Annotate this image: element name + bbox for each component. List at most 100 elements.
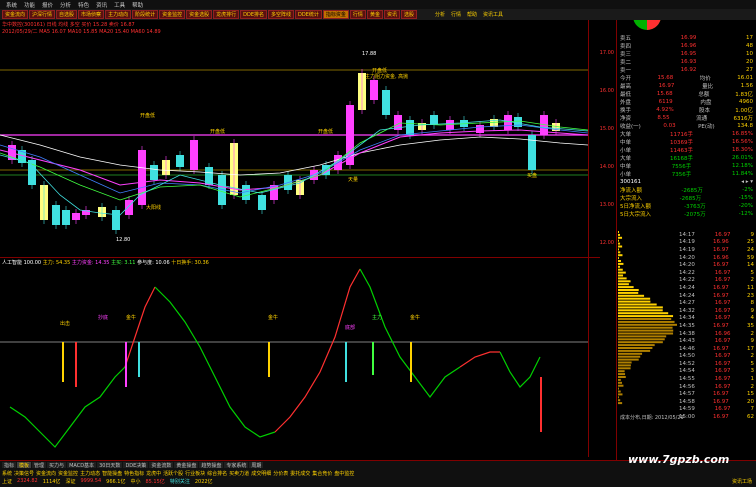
function-tab[interactable]: 综合排名 [207, 470, 227, 477]
toolbar-right-item[interactable]: 资讯工具 [483, 11, 503, 18]
tick-volume: 3 [750, 368, 754, 375]
function-tab[interactable]: 行业板块 [185, 470, 205, 477]
indicator-tab[interactable]: 黄金操盘 [174, 462, 199, 469]
toolbar-button[interactable]: 资金流向 [2, 10, 29, 19]
stats-value: 15.68 [656, 91, 673, 97]
indicator-tab[interactable]: DDE决策 [123, 462, 149, 469]
tick-time: 14:35 [679, 322, 695, 329]
function-tab[interactable]: 龙虎中 [146, 470, 161, 477]
indicator-tab[interactable]: MACD基本 [67, 462, 97, 469]
toolbar-button[interactable]: 指标资金 [322, 10, 349, 19]
tick-volume: 2 [750, 353, 754, 360]
menu-item[interactable]: 分析 [60, 1, 71, 9]
tick-price: 16.97 [714, 300, 731, 307]
tick-volume: 11 [746, 284, 754, 291]
toolbar-button[interactable]: 市场侦察 [78, 10, 105, 19]
corner-label[interactable]: 资讯工场 [732, 478, 752, 485]
function-tab[interactable]: 主力动态 [80, 470, 100, 477]
tick-row: 14:24 16.97 11 [677, 284, 756, 292]
indicator-tab[interactable]: 买力与 [47, 462, 67, 469]
toolbar-button[interactable]: 资讯 [383, 10, 400, 19]
toolbar-button[interactable]: 阶段统计 [132, 10, 159, 19]
tick-volume: 62 [746, 414, 754, 421]
menu-item[interactable]: 报价 [42, 1, 53, 9]
toolbar-right-item[interactable]: 分析 [435, 11, 445, 18]
price-axis-label: 14.00 [599, 164, 614, 170]
toolbar-button[interactable]: 行情 [349, 10, 366, 19]
function-tab[interactable]: 特色指标 [124, 470, 144, 477]
candlestick-chart[interactable]: 17.88 开盘低 主力阻力资金, 高抛 开盘低 开盘低 开盘低 12.80 大… [0, 35, 588, 257]
signal-label-bull-2: 金牛 [268, 314, 278, 321]
sell-price: 16.93 [680, 59, 697, 65]
menu-item[interactable]: 特色 [78, 1, 89, 9]
stats-row: 换手 4.92% 股本 1.00亿 [617, 106, 756, 114]
tick-row: 14:56 16.97 2 [677, 383, 756, 391]
tick-row: 14:46 16.97 17 [677, 345, 756, 353]
indicator-tab[interactable]: 模板 [17, 462, 32, 469]
indicator-tab[interactable]: 周期 [249, 462, 264, 469]
function-tab[interactable]: 活跃个股 [163, 470, 183, 477]
netflow-percent: -2% [742, 187, 753, 193]
indicator-tab[interactable]: 专家系统 [224, 462, 249, 469]
tick-time: 14:24 [679, 284, 695, 291]
toolbar-button[interactable]: 主力动向 [105, 10, 132, 19]
indicator-tab[interactable]: 30日天数 [97, 462, 123, 469]
toolbar-button[interactable]: 黄金 [366, 10, 383, 19]
sell-price: 16.92 [680, 67, 697, 73]
toolbar-button[interactable]: 资金监控 [159, 10, 186, 19]
toolbar-button[interactable]: 选股 [400, 10, 417, 19]
tick-volume: 20 [746, 398, 754, 405]
function-tab[interactable]: 资金监控 [58, 470, 78, 477]
function-tab[interactable]: 决策信号 [14, 470, 34, 477]
sell-volume: 20 [745, 59, 753, 65]
toolbar-button[interactable]: DDE统计 [295, 10, 322, 19]
function-tab[interactable]: 集合竞价 [312, 470, 332, 477]
status-item: 1114亿 [42, 479, 61, 485]
function-tab[interactable]: 分价表 [273, 470, 288, 477]
toolbar-button[interactable]: 龙虎排行 [213, 10, 240, 19]
sell-price: 16.95 [680, 51, 697, 57]
toolbar-button[interactable]: 沪深行情 [29, 10, 56, 19]
flow-percent: 18.30% [732, 147, 753, 153]
watermark: www.7gpzb.com [628, 453, 730, 466]
toolbar-button[interactable]: 自选股 [56, 10, 78, 19]
signal-label-bull-1: 金牛 [126, 314, 136, 321]
toolbar-right-item[interactable]: 行情 [451, 11, 461, 18]
function-tab[interactable]: 系统 [2, 470, 12, 477]
menu-item[interactable]: 帮助 [132, 1, 143, 9]
sell-label: 卖三 [620, 52, 632, 58]
indicator-tab[interactable]: 指标 [2, 462, 17, 469]
tick-time: 14:20 [679, 254, 695, 261]
function-tab[interactable]: 智能操盘 [102, 470, 122, 477]
tick-time: 14:17 [679, 231, 695, 238]
indicator-tab[interactable]: 资金流数 [149, 462, 174, 469]
profile-bar [618, 315, 674, 318]
function-tab[interactable]: 买卖力道 [229, 470, 249, 477]
netflow-percent: -20% [738, 203, 753, 209]
menu-item[interactable]: 功能 [24, 1, 35, 9]
function-tab[interactable]: 委托成交 [290, 470, 310, 477]
toolbar-right-item[interactable]: 帮助 [467, 11, 477, 18]
indicator-tab[interactable]: 趋势操盘 [199, 462, 224, 469]
indicator-chart[interactable]: 出击 抄底 金牛 金牛 底部 主力 金牛 [0, 257, 588, 460]
toolbar-button[interactable]: DDE排名 [240, 10, 268, 19]
menu-item[interactable]: 资讯 [96, 1, 107, 9]
sell-row: 卖四 16.96 48 [617, 42, 756, 50]
tick-time: 14:59 [679, 406, 695, 413]
profile-bar [618, 312, 669, 315]
tick-row: 14:32 16.97 9 [677, 307, 756, 315]
tick-volume: 59 [746, 254, 754, 261]
tick-row: 14:20 16.97 14 [677, 261, 756, 269]
flow-label: 中单 [620, 164, 632, 170]
function-tab[interactable]: 资金流向 [36, 470, 56, 477]
netflow-row: 大宗流入 -2685万 -15% [617, 194, 756, 202]
indicator-tab[interactable]: 管理 [32, 462, 47, 469]
stats-label: 外盘 [620, 100, 632, 106]
toolbar-button[interactable]: 资金选股 [186, 10, 213, 19]
function-tab[interactable]: 盘中监控 [334, 470, 354, 477]
menu-item[interactable]: 系统 [6, 1, 17, 9]
function-tab[interactable]: 成交明细 [251, 470, 271, 477]
tick-price: 16.97 [714, 353, 731, 360]
menu-item[interactable]: 工具 [114, 1, 125, 9]
toolbar-button[interactable]: 多空阵线 [268, 10, 295, 19]
